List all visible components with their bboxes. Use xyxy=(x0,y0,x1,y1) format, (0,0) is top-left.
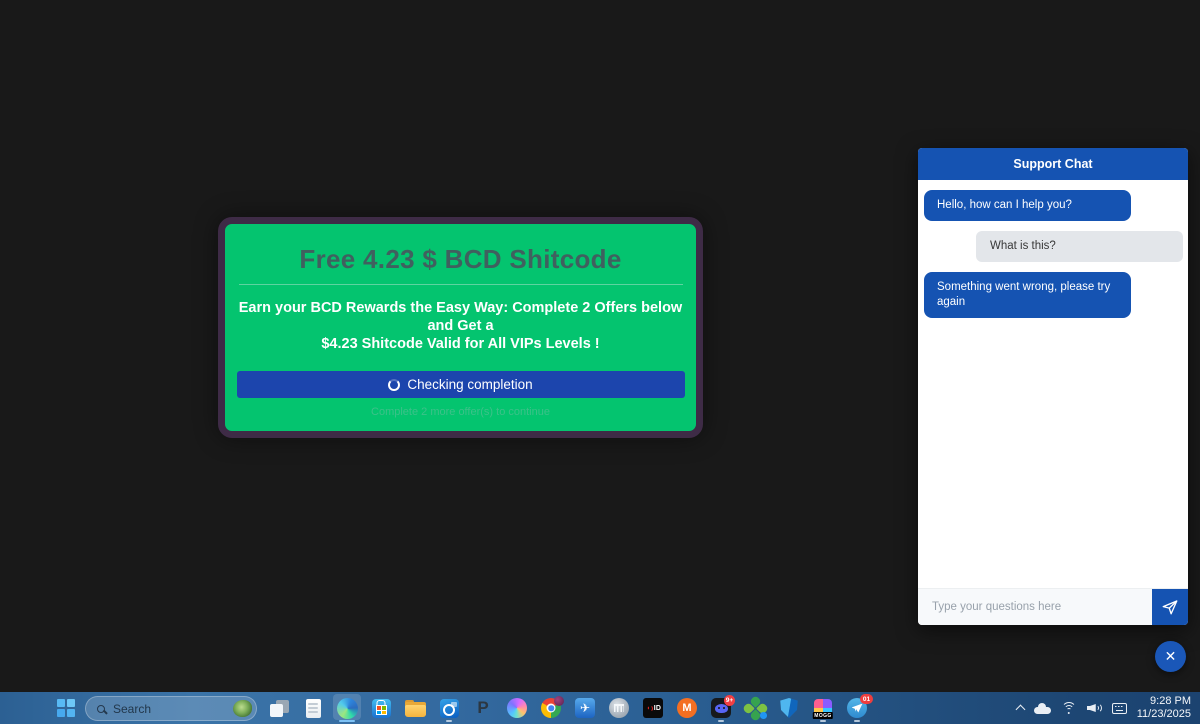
offer-description: Earn your BCD Rewards the Easy Way: Comp… xyxy=(225,299,696,353)
system-tray: 9:28 PM 11/23/2025 xyxy=(1017,692,1200,724)
taskbar-app-monero[interactable]: M xyxy=(670,692,704,724)
mogg-app-icon: MOGG xyxy=(814,699,832,717)
airplane-icon: ✈ xyxy=(580,701,590,715)
outlook-icon xyxy=(440,699,459,718)
desktop: { "window": { "background": "#191919" },… xyxy=(0,0,1200,724)
chat-messages: Hello, how can I help you? What is this?… xyxy=(918,180,1188,318)
defender-shield-icon xyxy=(780,698,799,718)
taskbar-app-defender[interactable] xyxy=(772,692,806,724)
chat-title: Support Chat xyxy=(1013,157,1092,171)
taskbar-app-edge[interactable] xyxy=(330,692,364,724)
taskbar-app-notepad[interactable] xyxy=(296,692,330,724)
telegram-notification-badge: 01 xyxy=(860,694,873,704)
touch-keyboard-icon[interactable] xyxy=(1112,703,1127,714)
running-indicator xyxy=(854,720,860,723)
taskbar-app-outlook[interactable] xyxy=(432,692,466,724)
taskbar-search[interactable]: Search xyxy=(85,696,257,721)
taskbar-app-travel[interactable]: ✈ xyxy=(568,692,602,724)
search-highlight-plant-icon xyxy=(233,700,252,717)
running-indicator xyxy=(718,720,724,723)
p-app-icon: P xyxy=(477,698,488,718)
telegram-icon: 01 xyxy=(847,698,867,718)
taskbar-app-chrome[interactable] xyxy=(534,692,568,724)
discord-notification-badge: 9+ xyxy=(724,695,735,706)
hidden-icons-chevron-icon[interactable] xyxy=(1015,705,1025,715)
taskbar-app-file-explorer[interactable] xyxy=(398,692,432,724)
search-placeholder: Search xyxy=(113,702,151,716)
mogg-app-label: MOGG xyxy=(813,712,833,719)
checking-completion-label: Checking completion xyxy=(407,377,532,392)
chat-message-user: What is this? xyxy=(976,231,1183,262)
file-explorer-icon xyxy=(405,699,426,717)
taskbar-app-voice-id[interactable]: ID xyxy=(636,692,670,724)
onedrive-cloud-icon[interactable] xyxy=(1034,703,1051,714)
offer-description-line1: Earn your BCD Rewards the Easy Way: Comp… xyxy=(225,299,696,335)
offer-footer-note: Complete 2 more offer(s) to continue xyxy=(225,406,696,418)
chat-close-button[interactable]: ✕ xyxy=(1155,641,1186,672)
taskbar-clock[interactable]: 9:28 PM 11/23/2025 xyxy=(1137,695,1191,721)
offer-title: Free 4.23 $ BCD Shitcode xyxy=(225,244,696,275)
title-divider xyxy=(239,284,683,285)
support-chat-panel: Support Chat Hello, how can I help you? … xyxy=(918,148,1188,625)
tray-date: 11/23/2025 xyxy=(1137,708,1191,721)
running-indicator xyxy=(446,720,452,723)
taskbar-app-mogg[interactable]: MOGG xyxy=(806,692,840,724)
copilot-icon xyxy=(507,698,527,718)
send-button[interactable] xyxy=(1152,589,1188,625)
volume-icon[interactable] xyxy=(1087,702,1102,715)
chrome-icon xyxy=(541,698,561,718)
task-view-icon xyxy=(270,700,289,717)
active-app-highlight xyxy=(333,694,361,720)
loading-spinner-icon xyxy=(388,379,400,391)
start-button[interactable] xyxy=(57,699,75,717)
clover-app-icon xyxy=(745,698,766,719)
chat-message-agent: Something went wrong, please try again xyxy=(924,272,1131,318)
running-indicator xyxy=(820,720,826,723)
search-icon xyxy=(97,705,105,713)
offer-card: Free 4.23 $ BCD Shitcode Earn your BCD R… xyxy=(218,217,703,438)
windows-start-icon xyxy=(57,699,65,707)
taskbar-app-clover[interactable] xyxy=(738,692,772,724)
chat-input[interactable] xyxy=(918,589,1152,625)
taskbar-app-p[interactable]: P xyxy=(466,692,500,724)
chat-message-agent: Hello, how can I help you? xyxy=(924,190,1131,221)
chat-input-row xyxy=(918,588,1188,625)
taskbar-app-telegram[interactable]: 01 xyxy=(840,692,874,724)
chrome-profile-badge xyxy=(554,696,564,706)
travel-app-icon: ✈ xyxy=(575,698,595,718)
paper-plane-icon xyxy=(1161,598,1179,616)
running-indicator xyxy=(339,720,355,723)
microsoft-store-icon xyxy=(372,699,391,718)
taskbar-apps: P ✈ ID M xyxy=(262,692,874,724)
taskbar: Search P xyxy=(0,692,1200,724)
taskbar-app-copilot[interactable] xyxy=(500,692,534,724)
monero-icon: M xyxy=(677,698,697,718)
voice-id-app-icon: ID xyxy=(643,698,663,718)
taskbar-app-task-view[interactable] xyxy=(262,692,296,724)
wifi-icon[interactable] xyxy=(1061,702,1077,714)
tray-time: 9:28 PM xyxy=(1137,695,1191,708)
close-icon: ✕ xyxy=(1165,648,1177,665)
taskbar-app-bank[interactable] xyxy=(602,692,636,724)
taskbar-app-microsoft-store[interactable] xyxy=(364,692,398,724)
taskbar-app-discord[interactable]: 9+ xyxy=(704,692,738,724)
offer-description-line2: $4.23 Shitcode Valid for All VIPs Levels… xyxy=(225,335,696,353)
checking-completion-button[interactable]: Checking completion xyxy=(237,371,685,398)
discord-icon: 9+ xyxy=(711,698,731,718)
notepad-icon xyxy=(306,699,321,718)
chat-header: Support Chat xyxy=(918,148,1188,180)
bank-app-icon xyxy=(609,698,629,718)
